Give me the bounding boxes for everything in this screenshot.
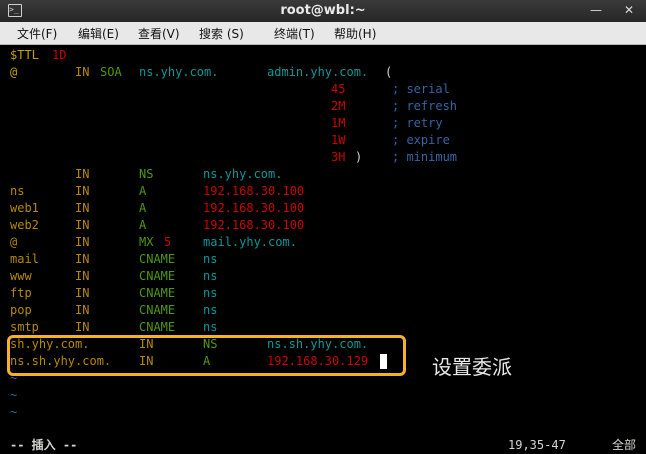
soa-field-row: 1M ; retry <box>0 115 646 132</box>
window-title: root@wbl:~ <box>280 3 366 18</box>
record-row: web1 IN A 192.168.30.100 <box>0 200 646 217</box>
record-row: @ IN MX 5 mail.yhy.com. <box>0 234 646 251</box>
record-row: ftp IN CNAME ns <box>0 285 646 302</box>
record-row: www IN CNAME ns <box>0 268 646 285</box>
soa-field-value: 1M <box>331 116 346 130</box>
record-type: A <box>139 218 147 232</box>
record-class: IN <box>75 201 90 215</box>
soa-line: @ IN SOA ns.yhy.com. admin.yhy.com. ( <box>0 64 646 81</box>
record-data: ns <box>203 303 218 317</box>
record-row: mail IN CNAME ns <box>0 251 646 268</box>
record-type: NS <box>139 167 154 181</box>
record-class: IN <box>75 320 90 334</box>
soa-admin: admin.yhy.com. <box>267 65 369 79</box>
title-bar: >_ root@wbl:~ — ✕ <box>0 0 646 23</box>
soa-origin: @ <box>10 65 18 79</box>
record-data: ns.yhy.com. <box>203 167 283 181</box>
ttl-line: $TTL 1D <box>0 47 646 64</box>
record-name: smtp <box>10 320 39 334</box>
menu-terminal[interactable]: 终端(T) <box>274 25 315 42</box>
soa-field-value: 2M <box>331 99 346 113</box>
menu-search[interactable]: 搜索 (S) <box>199 25 244 42</box>
record-name: ftp <box>10 286 32 300</box>
record-type: CNAME <box>139 320 176 334</box>
record-data: 192.168.30.100 <box>203 218 305 232</box>
soa-field-row: 3H ) ; minimum <box>0 149 646 166</box>
record-type: CNAME <box>139 286 176 300</box>
record-name: web1 <box>10 201 39 215</box>
close-button[interactable]: ✕ <box>624 3 634 17</box>
record-data: ns <box>203 252 218 266</box>
menu-bar: 文件(F) 编辑(E) 查看(V) 搜索 (S) 终端(T) 帮助(H) <box>0 22 646 45</box>
record-row: ns IN A 192.168.30.100 <box>0 183 646 200</box>
menu-file[interactable]: 文件(F) <box>17 25 57 42</box>
menu-help[interactable]: 帮助(H) <box>334 25 376 42</box>
record-type: MX <box>139 235 154 249</box>
record-type: CNAME <box>139 252 176 266</box>
terminal-content[interactable]: $TTL 1D @ IN SOA ns.yhy.com. admin.yhy.c… <box>0 45 646 454</box>
soa-class: IN <box>75 65 90 79</box>
tilde-marker: ~ <box>10 405 18 419</box>
soa-field-value: 1W <box>331 133 346 147</box>
soa-field-value: 45 <box>331 82 346 96</box>
record-row: smtp IN CNAME ns <box>0 319 646 336</box>
record-data: 192.168.30.100 <box>203 201 305 215</box>
record-name: ns <box>10 184 25 198</box>
record-class: IN <box>75 184 90 198</box>
soa-field-close: ) <box>355 150 363 164</box>
soa-open-paren: ( <box>385 65 393 79</box>
soa-field-value: 3H <box>331 150 346 164</box>
cursor-position: 19,35-47 <box>508 438 566 452</box>
record-class: IN <box>75 252 90 266</box>
record-class: IN <box>75 269 90 283</box>
soa-field-comment: ; expire <box>392 133 450 147</box>
mode-indicator: -- 插入 -- <box>10 438 78 452</box>
scroll-indicator: 全部 <box>612 438 637 452</box>
record-row: web2 IN A 192.168.30.100 <box>0 217 646 234</box>
soa-field-row: 45 ; serial <box>0 81 646 98</box>
ttl-value: 1D <box>52 48 67 62</box>
record-data: ns <box>203 320 218 334</box>
record-name: @ <box>10 235 18 249</box>
record-name: pop <box>10 303 32 317</box>
record-data: ns <box>203 269 218 283</box>
record-name: www <box>10 269 32 283</box>
record-type: A <box>139 201 147 215</box>
record-class: IN <box>75 303 90 317</box>
record-pref: 5 <box>164 235 172 249</box>
record-name: mail <box>10 252 39 266</box>
annotation-label: 设置委派 <box>432 355 512 379</box>
record-data: ns <box>203 286 218 300</box>
ttl-directive: $TTL <box>10 48 39 62</box>
minimize-button[interactable]: — <box>590 3 602 17</box>
vim-status-line: -- 插入 -- 19,35-47 全部 <box>0 437 646 454</box>
record-data: mail.yhy.com. <box>203 235 297 249</box>
record-name: web2 <box>10 218 39 232</box>
record-row: IN NS ns.yhy.com. <box>0 166 646 183</box>
soa-type: SOA <box>100 65 122 79</box>
record-type: CNAME <box>139 303 176 317</box>
soa-field-row: 1W ; expire <box>0 132 646 149</box>
soa-field-comment: ; retry <box>392 116 443 130</box>
soa-field-comment: ; minimum <box>392 150 458 164</box>
empty-line: ~ <box>0 387 646 404</box>
record-class: IN <box>75 218 90 232</box>
delegation-highlight-box <box>7 335 406 376</box>
record-class: IN <box>75 286 90 300</box>
soa-nameserver: ns.yhy.com. <box>139 65 219 79</box>
soa-field-comment: ; serial <box>392 82 450 96</box>
record-data: 192.168.30.100 <box>203 184 305 198</box>
menu-edit[interactable]: 编辑(E) <box>78 25 119 42</box>
tilde-marker: ~ <box>10 388 18 402</box>
soa-field-row: 2M ; refresh <box>0 98 646 115</box>
record-row: pop IN CNAME ns <box>0 302 646 319</box>
record-type: A <box>139 184 147 198</box>
record-class: IN <box>75 235 90 249</box>
soa-field-comment: ; refresh <box>392 99 458 113</box>
empty-line: ~ <box>0 404 646 421</box>
record-class: IN <box>75 167 90 181</box>
record-type: CNAME <box>139 269 176 283</box>
menu-view[interactable]: 查看(V) <box>138 25 180 42</box>
